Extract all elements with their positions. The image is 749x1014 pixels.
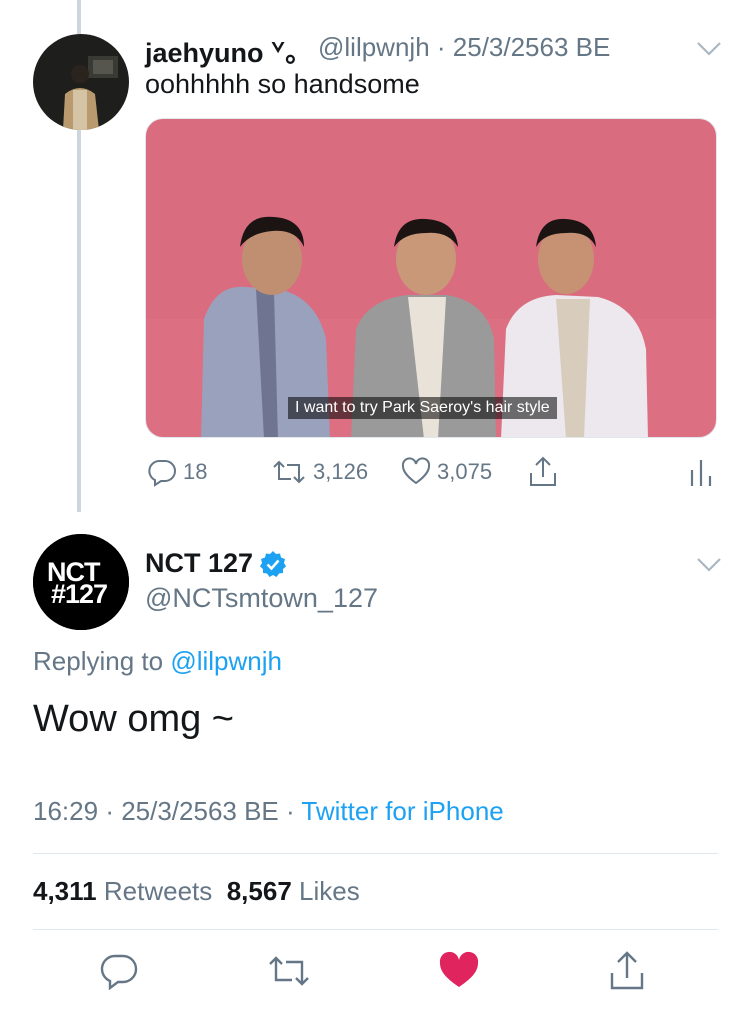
reply-icon [100,954,138,991]
media-image [146,119,716,437]
likes-label: Likes [299,876,360,906]
verified-badge-icon [260,550,287,577]
retweet-icon [273,460,305,484]
divider [33,929,718,930]
retweets-stat[interactable]: 4,311 Retweets [33,876,212,906]
engagement-stats: 4,311 Retweets 8,567 Likes [33,876,360,907]
reply-count: 18 [183,459,208,484]
tweet-source-link[interactable]: Twitter for iPhone [301,796,503,826]
tweet-date: · 25/3/2563 BE [436,32,611,62]
reply-button[interactable]: 18 [147,457,207,487]
reply-button[interactable] [98,950,140,992]
avatar-logo-text: NCT #127 [47,559,108,609]
retweets-label: Retweets [103,876,213,906]
tweet-media[interactable] [145,118,717,438]
tweet-text: oohhhhh so handsome [145,69,420,99]
display-name-row: NCT 127 [145,548,287,579]
avatar-logo-line-2: #127 [51,579,108,609]
like-count: 3,075 [437,459,493,484]
media-subtitle: I want to try Park Saeroy's hair style [288,397,557,419]
replying-to: Replying to @lilpwnjh [33,646,282,677]
chevron-down-icon[interactable] [696,40,722,63]
divider [33,853,718,854]
like-button[interactable] [438,950,480,992]
share-icon [610,951,644,990]
like-button[interactable]: 3,075 [401,457,492,487]
retweet-button[interactable] [266,950,309,992]
tweet-time: 16:29 [33,796,99,826]
likes-value: 8,567 [226,876,292,906]
share-button[interactable] [527,455,559,494]
tweet-meta: 16:29 · 25/3/2563 BE · Twitter for iPhon… [33,796,504,827]
tweet-handle-and-date: @lilpwnjh · 25/3/2563 BE [318,32,610,63]
display-name[interactable]: jaehyuno ᘁ。 [145,31,312,70]
like-icon [439,951,479,987]
replying-to-label: Replying to [33,646,164,676]
tweet-text: Wow omg ~ [33,698,234,740]
analytics-icon [690,460,712,486]
analytics-button[interactable] [688,456,714,493]
retweets-value: 4,311 [33,876,97,906]
reply-icon [148,460,176,487]
retweet-count: 3,126 [313,459,369,484]
retweet-icon [269,956,309,986]
likes-stat[interactable]: 8,567 Likes [227,876,360,906]
handle[interactable]: @lilpwnjh [318,32,430,62]
tweet-date: · 25/3/2563 BE · [105,796,295,826]
retweet-button[interactable]: 3,126 [271,457,368,487]
avatar-image [33,34,129,130]
avatar[interactable]: NCT #127 [33,534,129,630]
avatar[interactable] [33,34,129,130]
like-icon [401,457,431,485]
display-name[interactable]: NCT 127 [145,548,253,579]
share-icon [530,456,556,486]
replying-to-handle-link[interactable]: @lilpwnjh [170,646,282,676]
chevron-down-icon[interactable] [696,556,722,579]
handle[interactable]: @NCTsmtown_127 [145,583,378,614]
share-button[interactable] [606,950,648,992]
